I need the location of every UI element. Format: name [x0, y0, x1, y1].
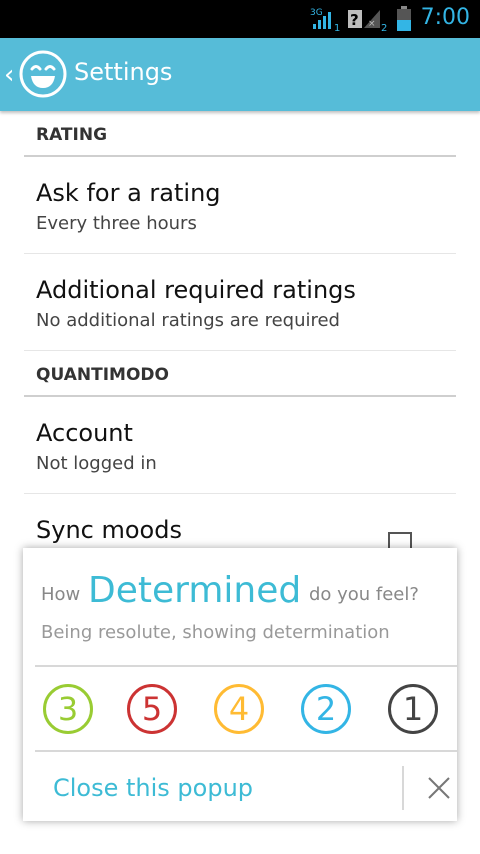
category-header-rating: RATING: [24, 111, 456, 157]
setting-title: Ask for a rating: [36, 179, 221, 207]
signal-3g-icon: 3G 1: [310, 8, 340, 32]
setting-summary: Not logged in: [36, 453, 157, 474]
vertical-divider: [402, 766, 404, 810]
question-suffix: do you feel?: [308, 584, 419, 605]
setting-title: Additional required ratings: [36, 276, 356, 304]
close-popup-button[interactable]: Close this popup: [53, 774, 253, 802]
smiley-logo-icon[interactable]: [18, 49, 68, 99]
rating-button-4[interactable]: 4: [214, 684, 264, 734]
svg-text:×: ×: [368, 19, 376, 29]
back-chevron-icon[interactable]: ‹: [4, 60, 14, 90]
setting-ask-for-rating[interactable]: Ask for a rating Every three hours: [24, 157, 456, 254]
rating-buttons: 3 5 4 2 1: [23, 684, 457, 734]
divider: [35, 750, 457, 752]
action-bar: ‹ Settings: [0, 38, 480, 111]
close-icon[interactable]: [427, 776, 451, 800]
battery-icon: [397, 6, 411, 31]
status-bar: 3G 1 ? × 2 7:00: [0, 0, 480, 38]
setting-additional-ratings[interactable]: Additional required ratings No additiona…: [24, 254, 456, 351]
svg-text:?: ?: [350, 11, 359, 29]
question-prefix: How: [41, 584, 81, 605]
divider: [35, 665, 457, 667]
setting-title: Account: [36, 419, 133, 447]
mood-rating-popup: How Determined do you feel? Being resolu…: [23, 548, 457, 821]
mood-description: Being resolute, showing determination: [41, 622, 390, 643]
svg-text:1: 1: [334, 23, 340, 32]
mood-name: Determined: [88, 570, 302, 611]
mood-question: How Determined do you feel?: [41, 570, 419, 611]
svg-text:2: 2: [381, 23, 387, 32]
svg-text:3G: 3G: [310, 8, 323, 18]
rating-button-1[interactable]: 1: [388, 684, 438, 734]
settings-list: RATING Ask for a rating Every three hour…: [24, 111, 456, 591]
clock: 7:00: [420, 5, 470, 30]
page-title: Settings: [74, 58, 173, 86]
rating-button-5[interactable]: 5: [127, 684, 177, 734]
setting-summary: No additional ratings are required: [36, 310, 340, 331]
category-header-quantimodo: QUANTIMODO: [24, 351, 456, 397]
rating-button-3[interactable]: 3: [43, 684, 93, 734]
setting-account[interactable]: Account Not logged in: [24, 397, 456, 494]
rating-button-2[interactable]: 2: [301, 684, 351, 734]
no-signal-icon: ? × 2: [348, 10, 387, 32]
setting-summary: Every three hours: [36, 213, 197, 234]
